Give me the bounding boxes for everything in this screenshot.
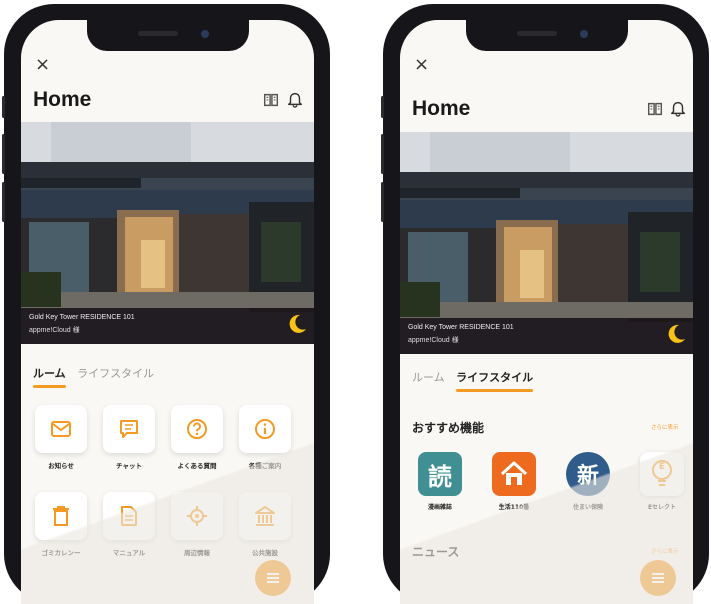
mute-switch (2, 96, 5, 118)
house-icon (500, 461, 528, 485)
tile-neighborhood[interactable] (171, 492, 223, 540)
tile-chat[interactable] (103, 405, 155, 453)
volume-up-button (2, 134, 5, 174)
tile-guide[interactable] (239, 405, 291, 453)
building-photo: Gold Key Tower RESIDENCE 101 appme!Cloud… (400, 132, 693, 354)
tile-label: 周辺情報 (184, 549, 210, 557)
tile-label: チャット (116, 462, 142, 470)
mute-switch (381, 96, 384, 118)
tile-garbage-calendar[interactable] (35, 492, 87, 540)
phone-right: × Home Gold Key Tower RESIDENCE 101 appm… (381, 4, 709, 604)
menu-fab[interactable] (640, 560, 676, 596)
tile-faq[interactable] (171, 405, 223, 453)
residence-name: Gold Key Tower RESIDENCE 101 (408, 324, 514, 331)
tile-label: お知らせ (48, 462, 74, 470)
question-icon (187, 419, 207, 439)
app-label: 住まい保険 (572, 504, 603, 511)
recommended-more-link[interactable]: さらに表示 (651, 423, 679, 431)
volume-down-button (381, 182, 384, 222)
page-title: Home (412, 97, 471, 120)
app-manga[interactable]: 読 (418, 452, 462, 496)
screen-right: × Home Gold Key Tower RESIDENCE 101 appm… (400, 20, 693, 604)
tile-public-facilities[interactable] (239, 492, 291, 540)
notch (86, 20, 249, 51)
notch (465, 20, 628, 51)
tab-room[interactable]: ルーム (412, 369, 445, 385)
close-button[interactable]: × (414, 54, 429, 75)
tile-label: 公共施設 (252, 549, 278, 557)
menu-fab[interactable] (255, 560, 291, 596)
building-icon (255, 506, 275, 526)
book-icon[interactable] (262, 91, 280, 109)
location-icon (187, 506, 207, 526)
tile-notice[interactable] (35, 405, 87, 453)
chat-icon (120, 420, 138, 438)
mail-icon (51, 421, 71, 437)
tab-bar: ルーム ライフスタイル (33, 365, 162, 388)
moon-icon (668, 324, 685, 343)
screen-left: × Home Gold Key Tower RESIDENCE 101 appm… (21, 20, 314, 604)
app-eselect[interactable]: E (640, 452, 684, 496)
menu-icon (267, 573, 279, 583)
user-name: appme!Cloud 様 (29, 327, 80, 334)
document-icon (121, 506, 137, 526)
tile-label: ゴミカレンー (41, 549, 81, 557)
page-title: Home (33, 88, 92, 111)
app-life110[interactable] (492, 452, 536, 496)
residence-banner: Gold Key Tower RESIDENCE 101 appme!Cloud… (400, 318, 693, 354)
app-label: 生活110番 (498, 504, 530, 511)
phone-left: × Home Gold Key Tower RESIDENCE 101 appm… (2, 4, 330, 604)
eselect-letter: E (658, 462, 666, 472)
news-more-link[interactable]: さらに表示 (651, 547, 679, 555)
menu-icon (652, 573, 664, 583)
close-button[interactable]: × (35, 54, 50, 75)
residence-name: Gold Key Tower RESIDENCE 101 (29, 314, 135, 321)
tile-manual[interactable] (103, 492, 155, 540)
app-label: 漫画雑誌 (427, 504, 452, 511)
magazine-icon: 読 (428, 462, 452, 491)
bell-icon[interactable] (286, 90, 304, 108)
tile-label: よくある質問 (177, 462, 217, 470)
app-home-insurance[interactable]: 新 (566, 452, 610, 496)
tile-label: マニュアル (112, 549, 146, 557)
tile-label: 各種ご案内 (248, 462, 282, 470)
app-label: Eセレクト (647, 504, 677, 511)
info-icon (255, 419, 275, 439)
tab-room[interactable]: ルーム (33, 365, 66, 388)
trash-icon (53, 506, 69, 526)
insurance-icon: 新 (576, 464, 599, 489)
volume-up-button (381, 134, 384, 174)
tab-bar: ルーム ライフスタイル (412, 369, 541, 392)
book-icon[interactable] (646, 100, 664, 118)
residence-banner: Gold Key Tower RESIDENCE 101 appme!Cloud… (21, 308, 314, 344)
user-name: appme!Cloud 様 (408, 337, 459, 344)
news-title: ニュース (412, 545, 460, 559)
tab-lifestyle[interactable]: ライフスタイル (77, 365, 154, 381)
tab-lifestyle[interactable]: ライフスタイル (456, 369, 534, 392)
building-photo: Gold Key Tower RESIDENCE 101 appme!Cloud… (21, 122, 314, 344)
bell-icon[interactable] (669, 99, 687, 117)
moon-icon (289, 314, 306, 333)
volume-down-button (2, 182, 5, 222)
recommended-title: おすすめ機能 (412, 421, 485, 435)
